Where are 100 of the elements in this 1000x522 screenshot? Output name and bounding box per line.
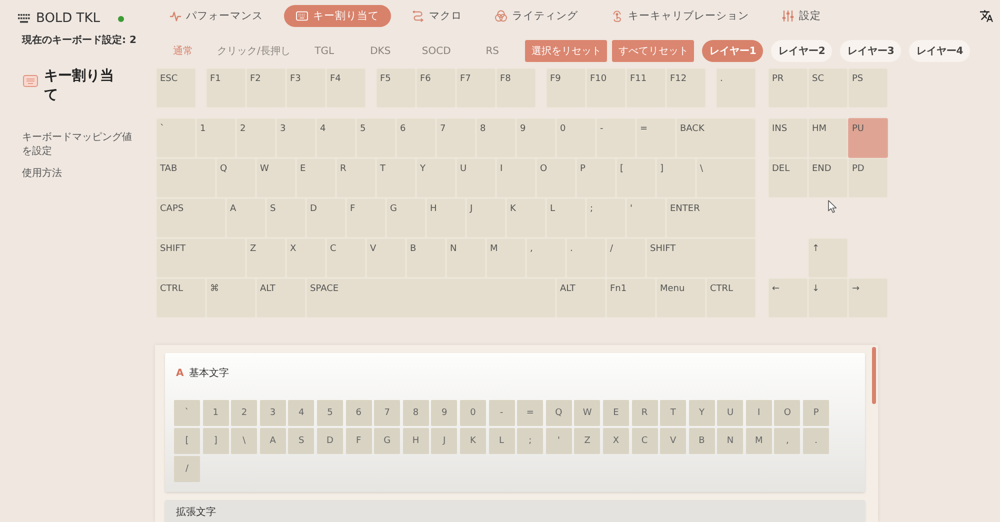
character-key[interactable]: A [260,428,286,454]
key[interactable]: B [406,238,446,278]
key[interactable]: X [286,238,326,278]
character-key[interactable]: R [632,400,658,426]
key[interactable]: Fn1 [606,278,656,318]
nav-tab[interactable]: 設定 [770,5,833,27]
character-key[interactable]: 6 [346,400,372,426]
key[interactable]: W [256,158,296,198]
character-key[interactable]: K [460,428,486,454]
key[interactable]: 6 [396,118,436,158]
key[interactable]: F8 [496,68,536,108]
mode-tab[interactable]: クリック/長押し [211,40,296,62]
key[interactable]: 4 [316,118,356,158]
key[interactable]: INS [768,118,808,158]
key[interactable]: ] [656,158,696,198]
key[interactable]: 9 [516,118,556,158]
key[interactable]: SPACE [306,278,556,318]
key[interactable]: T [376,158,416,198]
character-key[interactable]: / [174,456,200,482]
key[interactable]: L [546,198,586,238]
key[interactable]: V [366,238,406,278]
character-key[interactable]: X [602,428,629,454]
character-key[interactable]: F [346,428,372,454]
key[interactable]: C [326,238,366,278]
key[interactable]: F [346,198,386,238]
key[interactable]: 2 [236,118,276,158]
key[interactable]: Z [246,238,286,278]
key[interactable]: S [266,198,306,238]
character-key[interactable]: - [488,400,515,426]
mode-tab[interactable]: DKS [352,40,408,62]
key[interactable]: \ [696,158,756,198]
key[interactable]: F5 [376,68,416,108]
key[interactable]: [ [616,158,656,198]
character-key[interactable]: 1 [202,400,229,426]
key[interactable]: ALT [556,278,606,318]
key[interactable]: / [606,238,646,278]
key[interactable]: E [296,158,336,198]
character-key[interactable]: U [717,400,744,426]
key[interactable]: PD [848,158,888,198]
key[interactable]: → [848,278,888,318]
scrollbar-thumb[interactable] [872,347,876,404]
character-key[interactable]: D [316,428,343,454]
key[interactable]: Menu [656,278,706,318]
key[interactable]: SHIFT [646,238,756,278]
key[interactable]: G [386,198,426,238]
key[interactable]: 0 [556,118,596,158]
character-key[interactable]: B [688,428,715,454]
character-key[interactable]: [ [174,428,200,454]
key[interactable]: PU [848,118,888,158]
key[interactable]: PS [848,68,888,108]
layer-tab[interactable]: レイヤー4 [909,40,970,62]
character-key[interactable]: Z [574,428,600,454]
key[interactable]: ← [768,278,808,318]
key[interactable]: ↓ [808,278,848,318]
character-key[interactable]: ' [546,428,572,454]
key[interactable]: ⌘ [206,278,256,318]
mode-tab[interactable]: RS [464,40,520,62]
key[interactable]: 5 [356,118,396,158]
character-key[interactable]: 0 [460,400,486,426]
character-key[interactable]: M [746,428,772,454]
nav-tab[interactable]: マクロ [400,5,474,27]
key[interactable]: F2 [246,68,286,108]
character-key[interactable]: 2 [231,400,258,426]
translate-icon[interactable] [980,10,993,22]
key[interactable]: K [506,198,546,238]
key[interactable]: . [566,238,606,278]
key[interactable]: F6 [416,68,456,108]
key[interactable]: M [486,238,526,278]
key[interactable]: - [596,118,636,158]
key[interactable]: 8 [476,118,516,158]
character-key[interactable]: 4 [288,400,314,426]
key[interactable]: SHIFT [156,238,246,278]
nav-tab[interactable]: キーキャリブレーション [599,5,761,27]
key[interactable]: ` [156,118,196,158]
character-key[interactable]: O [774,400,800,426]
key[interactable]: HM [808,118,848,158]
key[interactable]: O [536,158,576,198]
key[interactable]: CTRL [706,278,756,318]
key[interactable]: F3 [286,68,326,108]
character-key[interactable]: Y [688,400,715,426]
key[interactable]: I [496,158,536,198]
mode-tab[interactable]: SOCD [408,40,464,62]
key[interactable]: PR [768,68,808,108]
key[interactable]: ' [626,198,666,238]
layer-tab[interactable]: レイヤー1 [702,40,764,62]
key[interactable]: D [306,198,346,238]
key[interactable]: 1 [196,118,236,158]
character-key[interactable]: S [288,428,314,454]
key[interactable]: ; [586,198,626,238]
character-key[interactable]: \ [231,428,258,454]
character-key[interactable]: W [574,400,600,426]
key[interactable]: ENTER [666,198,756,238]
character-key[interactable]: 8 [402,400,429,426]
key[interactable]: Q [216,158,256,198]
key[interactable]: , [526,238,566,278]
character-key[interactable]: = [517,400,544,426]
key[interactable]: F12 [666,68,706,108]
nav-tab[interactable]: パフォーマンス [158,5,275,27]
key[interactable]: F9 [546,68,586,108]
character-key[interactable]: V [660,428,686,454]
